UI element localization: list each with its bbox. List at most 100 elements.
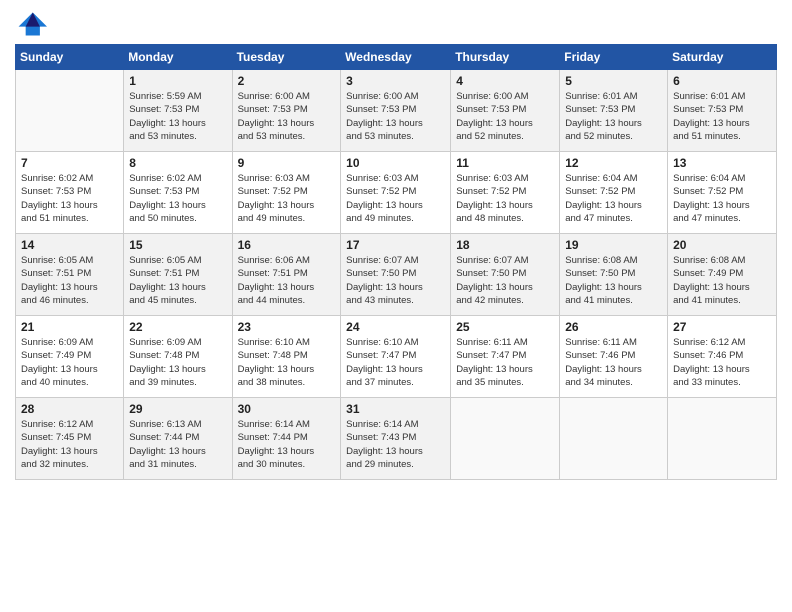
day-number: 25 (456, 320, 554, 334)
weekday-header: Wednesday (341, 45, 451, 70)
day-info: Sunrise: 6:03 AMSunset: 7:52 PMDaylight:… (456, 172, 554, 225)
day-number: 9 (238, 156, 336, 170)
calendar-cell (560, 398, 668, 480)
calendar-cell: 15 Sunrise: 6:05 AMSunset: 7:51 PMDayligh… (124, 234, 232, 316)
calendar-cell: 11 Sunrise: 6:03 AMSunset: 7:52 PMDayligh… (451, 152, 560, 234)
day-number: 5 (565, 74, 662, 88)
day-number: 24 (346, 320, 445, 334)
day-info: Sunrise: 6:00 AMSunset: 7:53 PMDaylight:… (456, 90, 554, 143)
calendar-week-row: 14 Sunrise: 6:05 AMSunset: 7:51 PMDayligh… (16, 234, 777, 316)
calendar-cell: 4 Sunrise: 6:00 AMSunset: 7:53 PMDaylight… (451, 70, 560, 152)
day-info: Sunrise: 6:13 AMSunset: 7:44 PMDaylight:… (129, 418, 226, 471)
day-info: Sunrise: 6:09 AMSunset: 7:49 PMDaylight:… (21, 336, 118, 389)
calendar-cell: 12Sunrise: 6:04 AMSunset: 7:52 PMDayligh… (560, 152, 668, 234)
day-number: 23 (238, 320, 336, 334)
day-number: 10 (346, 156, 445, 170)
calendar-table: SundayMondayTuesdayWednesdayThursdayFrid… (15, 44, 777, 480)
calendar-cell (451, 398, 560, 480)
day-number: 15 (129, 238, 226, 252)
calendar-cell: 21 Sunrise: 6:09 AMSunset: 7:49 PMDayligh… (16, 316, 124, 398)
day-info: Sunrise: 6:07 AMSunset: 7:50 PMDaylight:… (346, 254, 445, 307)
day-info: Sunrise: 6:02 AMSunset: 7:53 PMDaylight:… (21, 172, 118, 225)
weekday-header: Friday (560, 45, 668, 70)
calendar-cell: 30 Sunrise: 6:14 AMSunset: 7:44 PMDayligh… (232, 398, 341, 480)
day-number: 11 (456, 156, 554, 170)
calendar-cell: 1 Sunrise: 5:59 AMSunset: 7:53 PMDaylight… (124, 70, 232, 152)
day-info: Sunrise: 6:08 AMSunset: 7:50 PMDaylight:… (565, 254, 662, 307)
day-info: Sunrise: 6:01 AMSunset: 7:53 PMDaylight:… (565, 90, 662, 143)
day-number: 19 (565, 238, 662, 252)
day-number: 26 (565, 320, 662, 334)
weekday-header: Thursday (451, 45, 560, 70)
day-number: 21 (21, 320, 118, 334)
calendar-header-row: SundayMondayTuesdayWednesdayThursdayFrid… (16, 45, 777, 70)
day-number: 20 (673, 238, 771, 252)
header (15, 10, 777, 38)
day-info: Sunrise: 6:02 AMSunset: 7:53 PMDaylight:… (129, 172, 226, 225)
calendar-cell: 20Sunrise: 6:08 AMSunset: 7:49 PMDayligh… (668, 234, 777, 316)
day-info: Sunrise: 6:14 AMSunset: 7:43 PMDaylight:… (346, 418, 445, 471)
calendar-week-row: 1 Sunrise: 5:59 AMSunset: 7:53 PMDaylight… (16, 70, 777, 152)
day-number: 3 (346, 74, 445, 88)
day-info: Sunrise: 6:07 AMSunset: 7:50 PMDaylight:… (456, 254, 554, 307)
weekday-header: Tuesday (232, 45, 341, 70)
day-info: Sunrise: 6:03 AMSunset: 7:52 PMDaylight:… (346, 172, 445, 225)
day-info: Sunrise: 6:12 AMSunset: 7:45 PMDaylight:… (21, 418, 118, 471)
day-number: 14 (21, 238, 118, 252)
day-info: Sunrise: 6:11 AMSunset: 7:47 PMDaylight:… (456, 336, 554, 389)
day-number: 27 (673, 320, 771, 334)
day-info: Sunrise: 6:10 AMSunset: 7:47 PMDaylight:… (346, 336, 445, 389)
weekday-header: Monday (124, 45, 232, 70)
day-info: Sunrise: 6:03 AMSunset: 7:52 PMDaylight:… (238, 172, 336, 225)
calendar-cell (16, 70, 124, 152)
day-info: Sunrise: 6:12 AMSunset: 7:46 PMDaylight:… (673, 336, 771, 389)
day-number: 4 (456, 74, 554, 88)
day-number: 6 (673, 74, 771, 88)
calendar-cell: 31 Sunrise: 6:14 AMSunset: 7:43 PMDayligh… (341, 398, 451, 480)
day-number: 2 (238, 74, 336, 88)
calendar-week-row: 28Sunrise: 6:12 AMSunset: 7:45 PMDayligh… (16, 398, 777, 480)
calendar-cell: 22 Sunrise: 6:09 AMSunset: 7:48 PMDayligh… (124, 316, 232, 398)
calendar-cell: 19 Sunrise: 6:08 AMSunset: 7:50 PMDayligh… (560, 234, 668, 316)
day-number: 16 (238, 238, 336, 252)
day-info: Sunrise: 6:09 AMSunset: 7:48 PMDaylight:… (129, 336, 226, 389)
day-number: 31 (346, 402, 445, 416)
day-info: Sunrise: 5:59 AMSunset: 7:53 PMDaylight:… (129, 90, 226, 143)
day-number: 12 (565, 156, 662, 170)
page: SundayMondayTuesdayWednesdayThursdayFrid… (0, 0, 792, 612)
calendar-cell: 28Sunrise: 6:12 AMSunset: 7:45 PMDayligh… (16, 398, 124, 480)
calendar-cell: 23Sunrise: 6:10 AMSunset: 7:48 PMDayligh… (232, 316, 341, 398)
calendar-cell: 5 Sunrise: 6:01 AMSunset: 7:53 PMDaylight… (560, 70, 668, 152)
calendar-cell: 2 Sunrise: 6:00 AMSunset: 7:53 PMDaylight… (232, 70, 341, 152)
day-info: Sunrise: 6:11 AMSunset: 7:46 PMDaylight:… (565, 336, 662, 389)
logo-icon (15, 10, 47, 38)
weekday-header: Sunday (16, 45, 124, 70)
day-number: 18 (456, 238, 554, 252)
day-number: 1 (129, 74, 226, 88)
calendar-cell: 18 Sunrise: 6:07 AMSunset: 7:50 PMDayligh… (451, 234, 560, 316)
calendar-week-row: 7 Sunrise: 6:02 AMSunset: 7:53 PMDaylight… (16, 152, 777, 234)
day-number: 8 (129, 156, 226, 170)
day-number: 30 (238, 402, 336, 416)
day-number: 7 (21, 156, 118, 170)
calendar-cell: 7 Sunrise: 6:02 AMSunset: 7:53 PMDaylight… (16, 152, 124, 234)
calendar-cell: 10 Sunrise: 6:03 AMSunset: 7:52 PMDayligh… (341, 152, 451, 234)
calendar-cell: 14Sunrise: 6:05 AMSunset: 7:51 PMDayligh… (16, 234, 124, 316)
day-info: Sunrise: 6:14 AMSunset: 7:44 PMDaylight:… (238, 418, 336, 471)
day-number: 17 (346, 238, 445, 252)
calendar-cell: 17 Sunrise: 6:07 AMSunset: 7:50 PMDayligh… (341, 234, 451, 316)
calendar-cell: 24 Sunrise: 6:10 AMSunset: 7:47 PMDayligh… (341, 316, 451, 398)
calendar-cell: 8 Sunrise: 6:02 AMSunset: 7:53 PMDaylight… (124, 152, 232, 234)
day-info: Sunrise: 6:04 AMSunset: 7:52 PMDaylight:… (673, 172, 771, 225)
calendar-cell: 29 Sunrise: 6:13 AMSunset: 7:44 PMDayligh… (124, 398, 232, 480)
calendar-cell: 26 Sunrise: 6:11 AMSunset: 7:46 PMDayligh… (560, 316, 668, 398)
day-info: Sunrise: 6:01 AMSunset: 7:53 PMDaylight:… (673, 90, 771, 143)
calendar-cell: 25 Sunrise: 6:11 AMSunset: 7:47 PMDayligh… (451, 316, 560, 398)
calendar-cell: 13Sunrise: 6:04 AMSunset: 7:52 PMDayligh… (668, 152, 777, 234)
day-info: Sunrise: 6:00 AMSunset: 7:53 PMDaylight:… (238, 90, 336, 143)
day-number: 29 (129, 402, 226, 416)
day-number: 22 (129, 320, 226, 334)
calendar-cell: 27 Sunrise: 6:12 AMSunset: 7:46 PMDayligh… (668, 316, 777, 398)
day-info: Sunrise: 6:06 AMSunset: 7:51 PMDaylight:… (238, 254, 336, 307)
day-info: Sunrise: 6:05 AMSunset: 7:51 PMDaylight:… (129, 254, 226, 307)
